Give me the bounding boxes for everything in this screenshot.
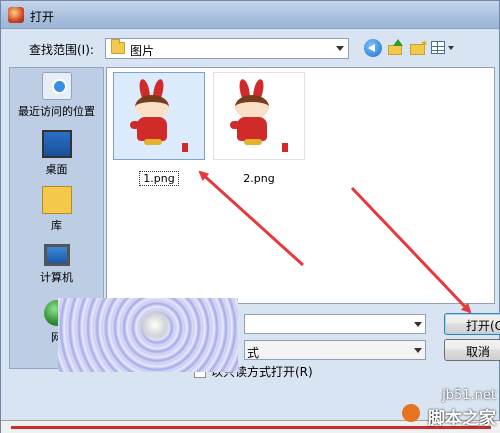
look-in-dropdown[interactable]: 图片 xyxy=(105,38,349,59)
watermark-site: 脚本之家 xyxy=(428,409,496,429)
file-item[interactable]: 1.png xyxy=(111,72,207,186)
image-thumbnail xyxy=(113,72,205,160)
open-button[interactable]: 打开(O) xyxy=(444,313,500,335)
title-bar: 打开 xyxy=(1,1,499,29)
place-label: 最近访问的位置 xyxy=(18,105,95,118)
place-desktop[interactable]: 桌面 xyxy=(10,130,103,177)
chevron-down-icon xyxy=(414,322,422,327)
file-name: 1.png xyxy=(139,171,179,186)
ripple-overlay-image xyxy=(58,298,238,372)
place-computer[interactable]: 计算机 xyxy=(10,244,103,285)
recent-places-icon xyxy=(41,72,72,100)
watermark: jb51.net 脚本之家 xyxy=(400,386,500,433)
cancel-button[interactable]: 取消 xyxy=(444,339,500,361)
folder-icon xyxy=(111,39,125,54)
new-folder-icon[interactable]: ✶ xyxy=(409,39,428,57)
place-label: 桌面 xyxy=(45,163,68,176)
file-name-input[interactable] xyxy=(244,314,426,334)
look-in-label: 查找范围(I): xyxy=(29,43,94,57)
window-title: 打开 xyxy=(30,10,55,24)
image-thumbnail xyxy=(213,72,305,160)
library-icon xyxy=(41,186,72,214)
watermark-url: jb51.net xyxy=(442,388,496,403)
place-library[interactable]: 库 xyxy=(10,186,103,233)
site-logo-icon xyxy=(402,404,420,422)
back-arrow-icon[interactable] xyxy=(364,39,382,57)
desktop-icon xyxy=(41,130,72,158)
chevron-down-icon xyxy=(414,348,422,353)
file-item[interactable]: 2.png xyxy=(211,72,307,185)
chevron-down-icon xyxy=(336,46,344,51)
app-icon xyxy=(8,7,24,23)
open-file-dialog: 打开 查找范围(I): 图片 ✶ 最近访问的位置 桌面 库 计算机 网 1.pn… xyxy=(0,0,500,433)
file-name: 2.png xyxy=(243,172,275,185)
computer-icon xyxy=(43,244,70,266)
up-folder-icon[interactable] xyxy=(387,39,405,57)
views-menu-icon[interactable] xyxy=(431,39,455,57)
file-type-value: 式 xyxy=(247,346,260,360)
file-list: 1.png 2.png xyxy=(106,67,495,304)
place-label: 计算机 xyxy=(40,271,73,284)
place-recent[interactable]: 最近访问的位置 xyxy=(10,72,103,119)
look-in-value: 图片 xyxy=(130,44,155,58)
file-type-dropdown[interactable]: 式 xyxy=(244,340,426,360)
place-label: 库 xyxy=(51,219,62,232)
